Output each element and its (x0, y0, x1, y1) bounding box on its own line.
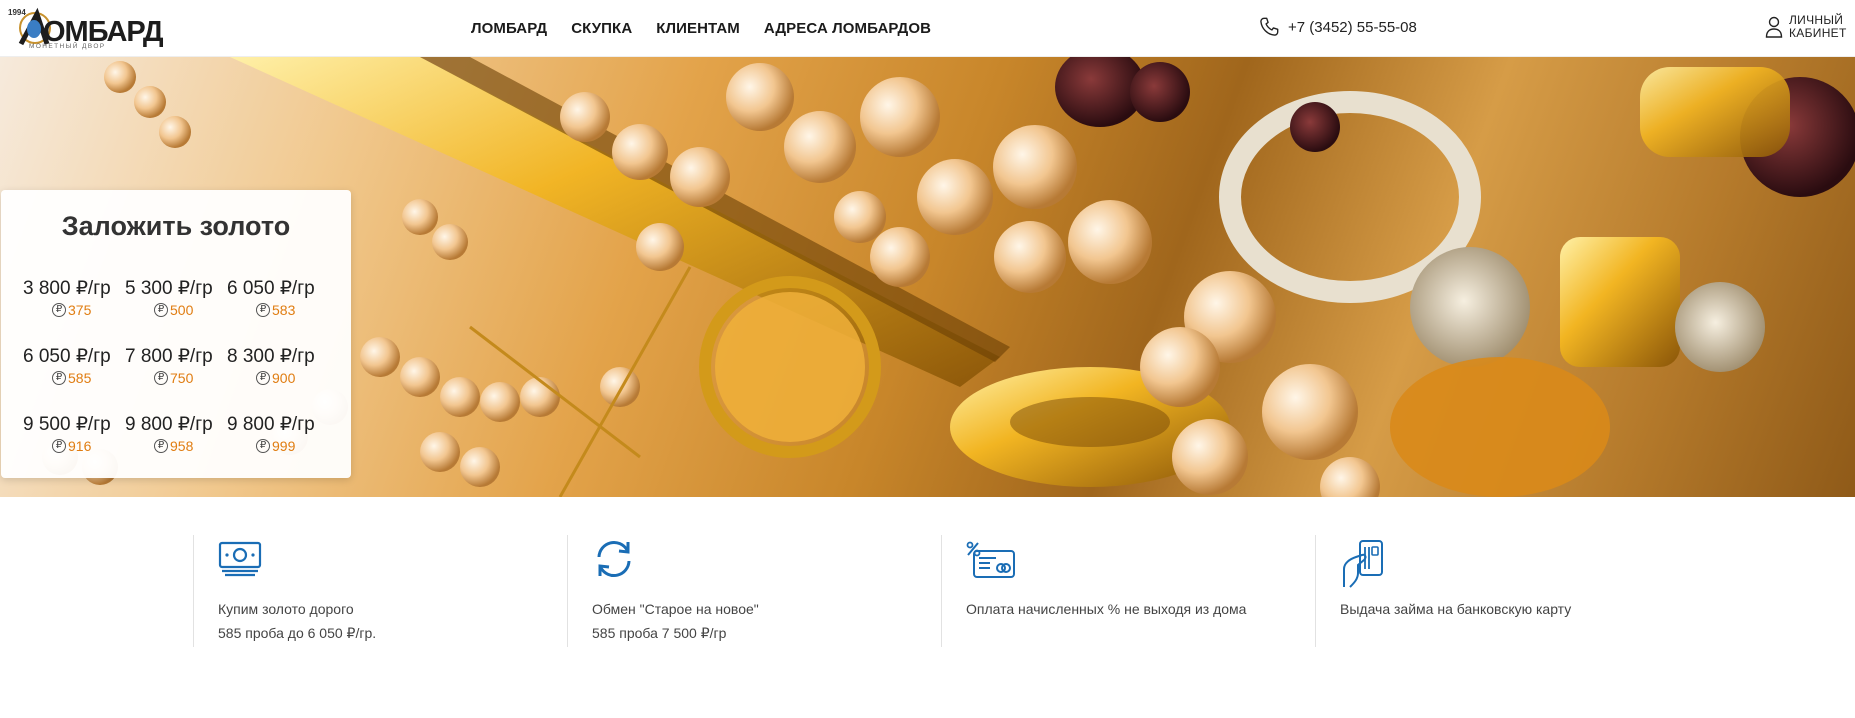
coin-icon: ₽ (52, 439, 66, 453)
gold-probe: ₽916 (52, 438, 125, 454)
price-cell: 5 300 ₽/гр ₽500 (125, 277, 227, 318)
nav-item-skupka[interactable]: СКУПКА (571, 20, 632, 37)
probe-number: 583 (272, 302, 296, 318)
coin-icon: ₽ (52, 371, 66, 385)
gold-probe: ₽583 (256, 302, 329, 318)
cabinet-label: ЛИЧНЫЙ КАБИНЕТ (1789, 14, 1847, 40)
price-cell: 8 300 ₽/гр ₽900 (227, 345, 329, 386)
logo-subtitle: МОНЕТНЫЙ ДВОР (29, 43, 106, 50)
feature-online-payment: Оплата начисленных % не выходя из дома (941, 535, 1315, 647)
site-logo[interactable]: 1994 ОМБАРД МОНЕТНЫЙ ДВОР (7, 6, 164, 50)
probe-number: 958 (170, 438, 194, 454)
gold-probe: ₽585 (52, 370, 125, 386)
probe-number: 585 (68, 370, 92, 386)
gold-probe: ₽999 (256, 438, 329, 454)
nav-item-clients[interactable]: КЛИЕНТАМ (656, 20, 740, 37)
nav-item-addresses[interactable]: АДРЕСА ЛОМБАРДОВ (764, 20, 931, 37)
coin-icon: ₽ (52, 303, 66, 317)
price-value: 6 050 ₽/гр (23, 346, 111, 367)
probe-number: 916 (68, 438, 92, 454)
feature-exchange-title: Обмен "Старое на новое" (592, 601, 759, 617)
gold-probe: ₽500 (154, 302, 227, 318)
coin-icon: ₽ (154, 371, 168, 385)
cash-icon (218, 541, 262, 577)
pledge-gold-title: Заложить золото (61, 211, 291, 241)
probe-number: 375 (68, 302, 92, 318)
logo-year: 1994 (8, 8, 26, 17)
gold-probe: ₽375 (52, 302, 125, 318)
exchange-icon (597, 540, 631, 578)
feature-card-loan: Выдача займа на банковскую карту (1315, 535, 1689, 647)
main-nav: ЛОМБАРД СКУПКА КЛИЕНТАМ АДРЕСА ЛОМБАРДОВ (471, 0, 931, 57)
nav-item-lombard[interactable]: ЛОМБАРД (471, 20, 547, 37)
price-value: 7 800 ₽/гр (125, 346, 213, 367)
price-cell: 6 050 ₽/гр ₽583 (227, 277, 329, 318)
price-value: 9 500 ₽/гр (23, 414, 111, 435)
price-value: 9 800 ₽/гр (125, 414, 213, 435)
price-value: 3 800 ₽/гр (23, 278, 111, 299)
feature-card-loan-title: Выдача займа на банковскую карту (1340, 601, 1572, 617)
price-cell: 7 800 ₽/гр ₽750 (125, 345, 227, 386)
probe-number: 999 (272, 438, 296, 454)
feature-exchange: Обмен "Старое на новое" 585 проба 7 500 … (567, 535, 941, 647)
coin-icon: ₽ (154, 303, 168, 317)
gold-probe: ₽900 (256, 370, 329, 386)
price-value: 5 300 ₽/гр (125, 278, 213, 299)
gold-probe: ₽958 (154, 438, 227, 454)
cabinet-label-line2: КАБИНЕТ (1789, 26, 1847, 40)
feature-buy-gold-title: Купим золото дорого (218, 601, 354, 617)
phone-icon (1260, 17, 1279, 36)
personal-cabinet-link[interactable]: ЛИЧНЫЙ КАБИНЕТ (1765, 14, 1847, 40)
coin-icon: ₽ (154, 439, 168, 453)
feature-buy-gold-detail: 585 проба до 6 050 ₽/гр. (218, 625, 377, 641)
pledge-gold-card: Заложить золото 3 800 ₽/гр ₽375 5 300 ₽/… (1, 190, 351, 478)
coin-icon: ₽ (256, 303, 270, 317)
feature-online-payment-title: Оплата начисленных % не выходя из дома (966, 601, 1247, 617)
probe-number: 500 (170, 302, 194, 318)
probe-number: 900 (272, 370, 296, 386)
coin-icon: ₽ (256, 439, 270, 453)
feature-buy-gold: Купим золото дорого 585 проба до 6 050 ₽… (193, 535, 567, 647)
price-cell: 9 800 ₽/гр ₽958 (125, 413, 227, 454)
user-icon (1765, 16, 1783, 38)
coin-icon: ₽ (256, 371, 270, 385)
card-percent-icon (966, 541, 1015, 578)
price-value: 9 800 ₽/гр (227, 414, 315, 435)
price-value: 6 050 ₽/гр (227, 278, 315, 299)
price-cell: 3 800 ₽/гр ₽375 (23, 277, 125, 318)
gold-probe: ₽750 (154, 370, 227, 386)
features-row: Купим золото дорого 585 проба до 6 050 ₽… (193, 535, 1689, 647)
probe-number: 750 (170, 370, 194, 386)
feature-exchange-detail: 585 проба 7 500 ₽/гр (592, 625, 727, 641)
price-cell: 9 800 ₽/гр ₽999 (227, 413, 329, 454)
phone-number: +7 (3452) 55-55-08 (1288, 18, 1417, 36)
price-grid: 3 800 ₽/гр ₽375 5 300 ₽/гр ₽500 6 050 ₽/… (23, 277, 329, 454)
price-value: 8 300 ₽/гр (227, 346, 315, 367)
hero-banner: Заложить золото 3 800 ₽/гр ₽375 5 300 ₽/… (0, 57, 1855, 497)
hand-card-icon (1343, 540, 1383, 588)
header-phone[interactable]: +7 (3452) 55-55-08 (1258, 16, 1417, 38)
price-cell: 6 050 ₽/гр ₽585 (23, 345, 125, 386)
price-cell: 9 500 ₽/гр ₽916 (23, 413, 125, 454)
site-header: 1994 ОМБАРД МОНЕТНЫЙ ДВОР ЛОМБАРД СКУПКА… (0, 0, 1855, 57)
